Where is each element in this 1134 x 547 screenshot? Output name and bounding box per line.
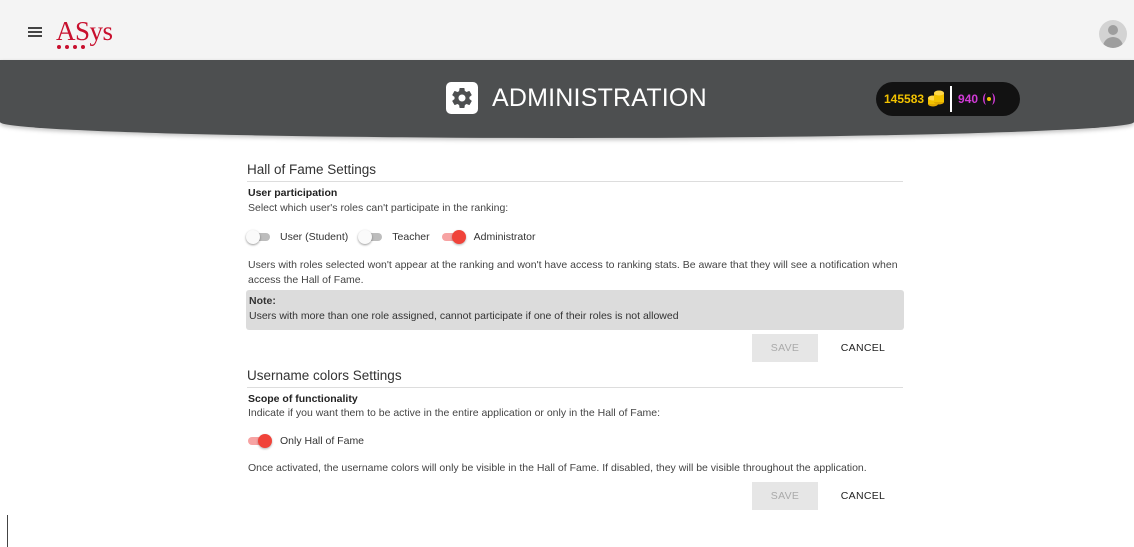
hall-of-fame-save-button[interactable]: SAVE <box>752 334 818 362</box>
page-title: ADMINISTRATION <box>492 83 707 112</box>
toggle-only-hall-of-fame[interactable] <box>246 434 272 448</box>
page-header: ADMINISTRATION <box>446 82 707 114</box>
user-avatar-icon[interactable] <box>1099 20 1127 48</box>
coin-stack-icon <box>928 90 945 107</box>
toggle-only-hall-of-fame-label: Only Hall of Fame <box>280 435 365 447</box>
user-participation-subtitle: User participation <box>248 187 338 199</box>
toggle-teacher[interactable] <box>358 230 384 244</box>
role-toggles: User (Student) Teacher Administrator <box>246 230 546 244</box>
coins-counter: 145583 <box>876 90 945 108</box>
wallet-badge[interactable]: 145583 940 <box>876 82 1020 116</box>
username-colors-info-text: Once activated, the username colors will… <box>248 462 867 474</box>
username-colors-save-button[interactable]: SAVE <box>752 482 818 510</box>
scope-toggle-row: Only Hall of Fame <box>246 434 374 448</box>
top-bar: ASys <box>0 0 1134 60</box>
toggle-user-student[interactable] <box>246 230 272 244</box>
note-box: Note: Users with more than one role assi… <box>246 290 904 330</box>
username-colors-section-title: Username colors Settings <box>247 368 903 388</box>
toggle-administrator[interactable] <box>440 230 466 244</box>
app-logo[interactable]: ASys <box>56 16 114 49</box>
window-edge-divider <box>7 515 8 547</box>
coins-value: 145583 <box>884 92 925 106</box>
toggle-administrator-label: Administrator <box>473 231 536 243</box>
scope-subtitle: Scope of functionality <box>248 393 358 405</box>
scope-description: Indicate if you want them to be active i… <box>248 407 661 419</box>
note-title: Note: <box>249 295 276 307</box>
participation-description: Select which user's roles can't particip… <box>248 202 509 214</box>
gem-icon <box>983 93 996 105</box>
hall-of-fame-section-title: Hall of Fame Settings <box>247 162 903 182</box>
toggle-user-student-label: User (Student) <box>280 231 349 243</box>
gems-counter: 940 <box>958 91 997 107</box>
gear-icon <box>446 82 478 114</box>
username-colors-cancel-button[interactable]: CANCEL <box>830 482 896 510</box>
ranking-info-text: Users with roles selected won't appear a… <box>248 259 898 286</box>
gems-value: 940 <box>958 92 979 106</box>
toggle-teacher-label: Teacher <box>392 231 430 243</box>
note-text: Users with more than one role assigned, … <box>249 310 679 322</box>
hamburger-menu-icon[interactable] <box>28 27 42 37</box>
wallet-divider <box>950 86 953 112</box>
logo-dots <box>57 45 85 49</box>
hall-of-fame-cancel-button[interactable]: CANCEL <box>830 334 896 362</box>
logo-text: ASys <box>56 16 113 46</box>
